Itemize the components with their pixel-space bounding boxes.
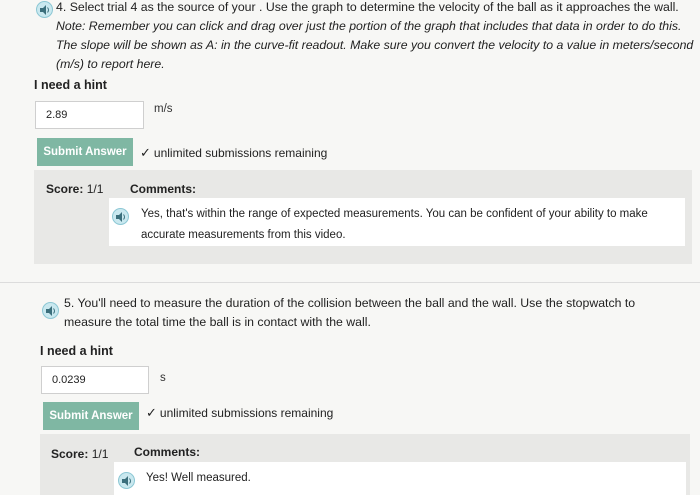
q4-comments-label: Comments: bbox=[130, 182, 197, 196]
checkmark-icon: ✓ bbox=[146, 405, 157, 420]
q4-note: Note: Remember you can click and drag ov… bbox=[56, 19, 694, 71]
q4-remaining: ✓ unlimited submissions remaining bbox=[140, 145, 327, 161]
q5-feedback-speaker-icon[interactable] bbox=[118, 472, 135, 489]
speaker-icon bbox=[116, 212, 125, 222]
q5-score-label: Score: bbox=[51, 447, 89, 461]
speaker-icon bbox=[40, 5, 49, 15]
q5-feedback-box: Yes! Well measured. bbox=[114, 462, 686, 495]
q5-hint-link[interactable]: I need a hint bbox=[40, 344, 113, 358]
speaker-icon bbox=[46, 306, 55, 316]
question-divider bbox=[0, 282, 700, 283]
q4-feedback-speaker-icon[interactable] bbox=[112, 208, 129, 225]
q5-score-value: 1/1 bbox=[91, 447, 109, 461]
q5-submit-button[interactable]: Submit Answer bbox=[43, 402, 139, 430]
q5-audio-speaker-icon[interactable] bbox=[42, 302, 59, 319]
q4-text: Select trial 4 as the source of your . U… bbox=[69, 0, 679, 14]
q4-feedback-box: Yes, that's within the range of expected… bbox=[109, 198, 685, 246]
q4-hint-link[interactable]: I need a hint bbox=[34, 78, 107, 92]
checkmark-icon: ✓ bbox=[140, 145, 151, 160]
q4-submit-button[interactable]: Submit Answer bbox=[37, 138, 133, 166]
q4-answer-input[interactable]: 2.89 bbox=[35, 101, 144, 129]
q5-remaining: ✓ unlimited submissions remaining bbox=[146, 405, 333, 421]
q5-comments-label: Comments: bbox=[134, 445, 201, 459]
q5-answer-input[interactable]: 0.0239 bbox=[41, 366, 149, 394]
q5-prompt: 5. You'll need to measure the duration o… bbox=[64, 294, 674, 332]
q4-score-value: 1/1 bbox=[86, 182, 104, 196]
q5-remaining-text: unlimited submissions remaining bbox=[159, 406, 334, 420]
q4-prompt: 4. Select trial 4 as the source of your … bbox=[56, 0, 696, 74]
q4-unit: m/s bbox=[154, 103, 173, 115]
q4-number: 4. bbox=[56, 0, 67, 14]
q5-text: You'll need to measure the duration of t… bbox=[64, 296, 636, 329]
q5-unit: s bbox=[160, 372, 166, 384]
q4-feedback-text: Yes, that's within the range of expected… bbox=[141, 208, 648, 241]
q4-score: Score: 1/1 bbox=[46, 182, 103, 196]
q5-score: Score: 1/1 bbox=[51, 447, 108, 461]
q5-feedback-text: Yes! Well measured. bbox=[146, 472, 251, 484]
q4-score-label: Score: bbox=[46, 182, 84, 196]
q4-remaining-text: unlimited submissions remaining bbox=[153, 146, 328, 160]
q5-number: 5. bbox=[64, 296, 75, 310]
q4-audio-speaker-icon[interactable] bbox=[36, 1, 53, 18]
speaker-icon bbox=[122, 476, 131, 486]
